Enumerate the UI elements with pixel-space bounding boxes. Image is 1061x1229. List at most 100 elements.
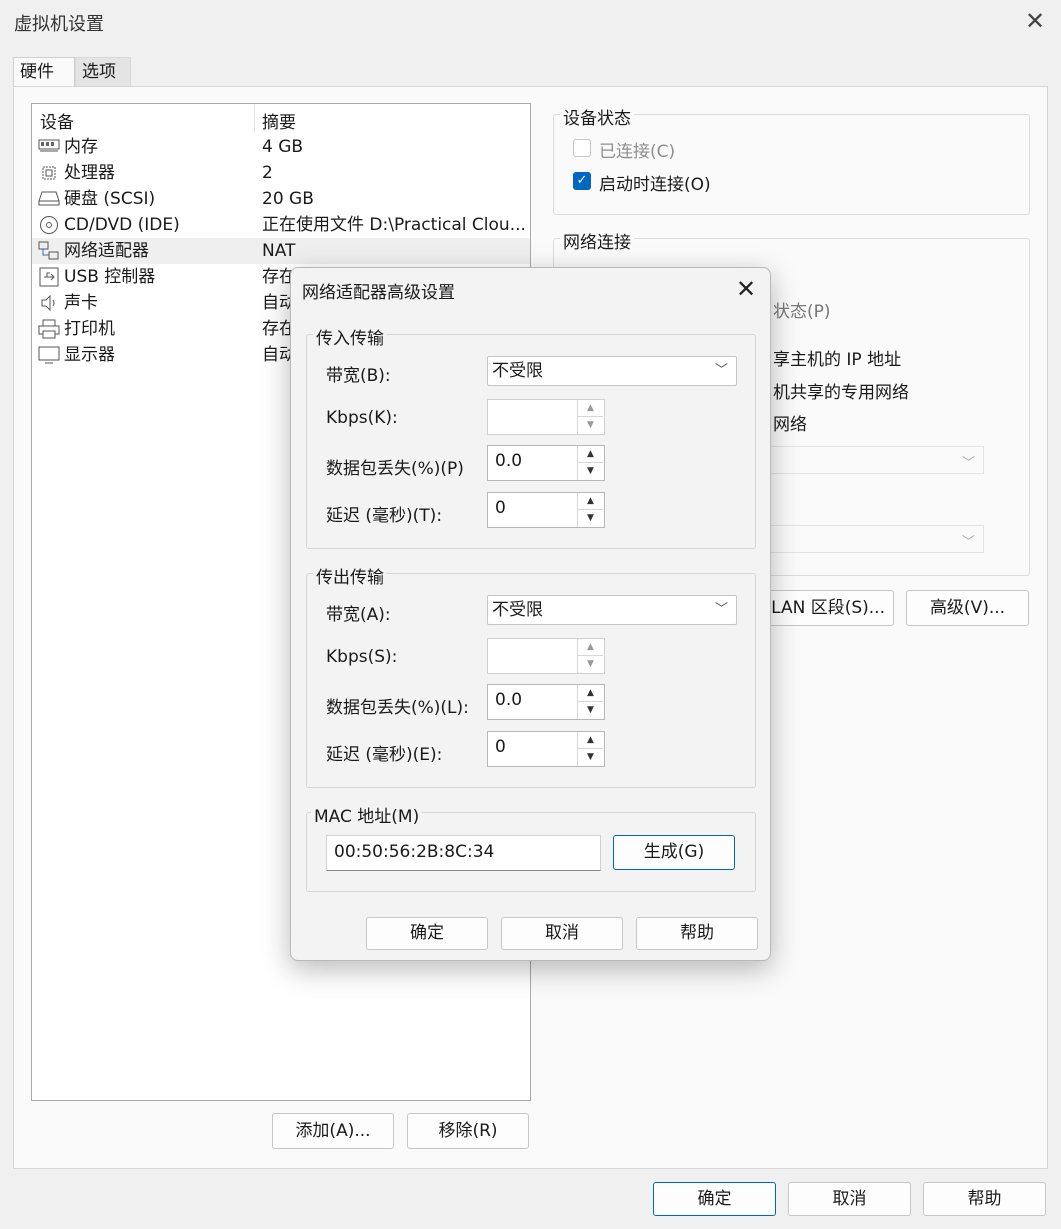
lan-segments-button[interactable]: LAN 区段(S)...: [760, 590, 894, 626]
incoming-loss-value: 0.0: [495, 451, 523, 471]
outgoing-loss-value: 0.0: [495, 690, 523, 710]
device-name: 硬盘 (SCSI): [64, 189, 156, 209]
help-button[interactable]: 帮助: [923, 1182, 1046, 1216]
incoming-loss-label: 数据包丢失(%)(P): [326, 459, 464, 479]
spin-down-icon[interactable]: ▼: [578, 702, 603, 718]
window-title: 虚拟机设置: [14, 14, 104, 35]
incoming-bandwidth-value: 不受限: [492, 361, 543, 381]
custom-option-partial: 网络: [773, 415, 807, 435]
spin-up-icon[interactable]: ▲: [578, 639, 603, 656]
device-summary: 正在使用文件 D:\Practical Clou...: [262, 215, 524, 235]
outgoing-title: 传出传输: [313, 563, 387, 588]
incoming-kbps-spinner[interactable]: ▲ ▼: [487, 399, 605, 435]
device-summary: 20 GB: [262, 189, 314, 209]
generate-mac-button[interactable]: 生成(G): [613, 835, 735, 870]
device-status-group: [553, 114, 1030, 215]
spin-up-icon[interactable]: ▲: [578, 732, 603, 749]
device-name: USB 控制器: [64, 267, 156, 287]
incoming-loss-spinner[interactable]: 0.0 ▲ ▼: [487, 445, 605, 481]
spin-down-icon[interactable]: ▼: [578, 510, 603, 526]
outgoing-kbps-spinner[interactable]: ▲ ▼: [487, 638, 605, 674]
outgoing-latency-label: 延迟 (毫秒)(E):: [326, 745, 443, 765]
spin-down-icon[interactable]: ▼: [578, 417, 603, 433]
mac-address-input[interactable]: 00:50:56:2B:8C:34: [326, 835, 601, 871]
incoming-title: 传入传输: [313, 324, 387, 349]
summary-column-header[interactable]: 摘要: [262, 108, 296, 133]
incoming-latency-label: 延迟 (毫秒)(T):: [326, 506, 443, 526]
printer-icon: [38, 319, 60, 339]
spin-down-icon[interactable]: ▼: [578, 749, 603, 765]
sound-card-icon: [38, 293, 60, 313]
spin-down-icon[interactable]: ▼: [578, 463, 603, 479]
device-summary: NAT: [262, 241, 296, 261]
outgoing-latency-value: 0: [495, 737, 506, 757]
dialog-ok-button[interactable]: 确定: [366, 917, 488, 950]
device-name: 内存: [64, 137, 98, 157]
incoming-bandwidth-label: 带宽(B):: [326, 366, 391, 386]
device-row-memory[interactable]: 内存 4 GB: [32, 134, 530, 160]
incoming-kbps-label: Kbps(K):: [326, 408, 398, 428]
incoming-latency-value: 0: [495, 498, 506, 518]
device-summary: 4 GB: [262, 137, 304, 157]
add-device-button[interactable]: 添加(A)...: [272, 1113, 394, 1149]
network-connection-title: 网络连接: [560, 228, 634, 253]
device-status-title: 设备状态: [560, 104, 634, 129]
device-row-processor[interactable]: 处理器 2: [32, 160, 530, 186]
network-adapter-advanced-dialog: 网络适配器高级设置 ✕ 传入传输 带宽(B): 不受限 ﹀ Kbps(K): ▲…: [290, 267, 771, 961]
tab-hardware[interactable]: 硬件: [13, 57, 75, 87]
cd-dvd-icon: [38, 215, 60, 235]
harddisk-icon: [38, 189, 60, 209]
device-name: CD/DVD (IDE): [64, 215, 180, 235]
host-only-option-partial: 机共享的专用网络: [773, 383, 909, 403]
network-adapter-icon: [38, 241, 60, 261]
dialog-close-icon[interactable]: ✕: [733, 276, 759, 302]
spin-up-icon[interactable]: ▲: [578, 493, 603, 510]
device-name: 显示器: [64, 345, 115, 365]
advanced-button[interactable]: 高级(V)...: [906, 590, 1029, 626]
window-close-icon[interactable]: ✕: [1022, 8, 1048, 34]
connect-at-power-on-label: 启动时连接(O): [599, 175, 711, 195]
processor-icon: [38, 163, 60, 183]
mac-title: MAC 地址(M): [311, 802, 423, 827]
replicate-physical-state-partial: 状态(P): [773, 302, 831, 322]
custom-network-select[interactable]: ﹀: [770, 446, 984, 474]
chevron-down-icon: ﹀: [714, 602, 728, 617]
device-column-header[interactable]: 设备: [40, 108, 74, 133]
memory-icon: [38, 137, 60, 157]
spin-up-icon[interactable]: ▲: [578, 400, 603, 417]
dialog-cancel-button[interactable]: 取消: [501, 917, 623, 950]
spin-up-icon[interactable]: ▲: [578, 446, 603, 463]
dialog-help-button[interactable]: 帮助: [636, 917, 758, 950]
outgoing-bandwidth-label: 带宽(A):: [326, 605, 391, 625]
outgoing-bandwidth-select[interactable]: 不受限 ﹀: [487, 595, 737, 625]
outgoing-loss-spinner[interactable]: 0.0 ▲ ▼: [487, 684, 605, 720]
outgoing-kbps-label: Kbps(S):: [326, 647, 398, 667]
tab-options[interactable]: 选项: [75, 57, 131, 86]
outgoing-latency-spinner[interactable]: 0 ▲ ▼: [487, 731, 605, 767]
connected-label: 已连接(C): [599, 142, 676, 162]
device-row-network-adapter[interactable]: 网络适配器 NAT: [32, 238, 530, 264]
spin-up-icon[interactable]: ▲: [578, 685, 603, 702]
incoming-latency-spinner[interactable]: 0 ▲ ▼: [487, 492, 605, 528]
dialog-title: 网络适配器高级设置: [302, 283, 455, 303]
usb-icon: [38, 267, 60, 287]
connected-checkbox[interactable]: [573, 139, 591, 157]
incoming-bandwidth-select[interactable]: 不受限 ﹀: [487, 356, 737, 386]
device-row-harddisk[interactable]: 硬盘 (SCSI) 20 GB: [32, 186, 530, 212]
connect-at-power-on-checkbox[interactable]: ✓: [573, 172, 591, 190]
lan-segment-select[interactable]: ﹀: [770, 525, 984, 553]
column-divider[interactable]: [254, 104, 255, 132]
device-name: 声卡: [64, 293, 98, 313]
device-name: 网络适配器: [64, 241, 149, 261]
nat-option-partial: 享主机的 IP 地址: [773, 350, 902, 370]
outgoing-bandwidth-value: 不受限: [492, 600, 543, 620]
device-summary: 2: [262, 163, 273, 183]
device-name: 处理器: [64, 163, 115, 183]
ok-button[interactable]: 确定: [653, 1182, 776, 1216]
spin-down-icon[interactable]: ▼: [578, 656, 603, 672]
display-icon: [38, 345, 60, 365]
device-name: 打印机: [64, 319, 115, 339]
remove-device-button[interactable]: 移除(R): [407, 1113, 529, 1149]
cancel-button[interactable]: 取消: [788, 1182, 911, 1216]
device-row-cd-dvd[interactable]: CD/DVD (IDE) 正在使用文件 D:\Practical Clou...: [32, 212, 530, 238]
